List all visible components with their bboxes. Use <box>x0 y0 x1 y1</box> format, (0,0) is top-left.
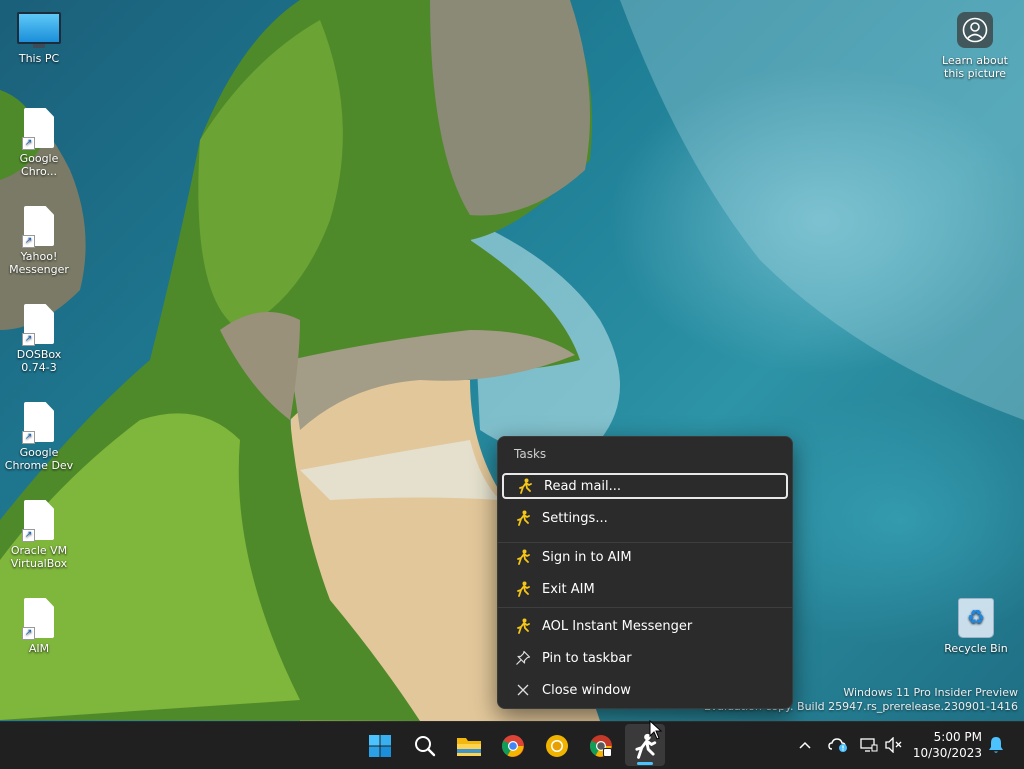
camera-info-icon <box>957 12 993 48</box>
chrome-dev-button[interactable] <box>585 730 617 762</box>
start-button[interactable] <box>364 730 396 762</box>
desktop-icon-yahoo-messenger[interactable]: ↗ Yahoo! Messenger <box>3 206 75 276</box>
jump-list-item-aol-instant-messenger[interactable]: AOL Instant Messenger <box>502 613 786 639</box>
search-button[interactable] <box>409 730 441 762</box>
chrome-canary-button[interactable] <box>541 730 573 762</box>
chrome-canary-icon <box>546 735 568 757</box>
shortcut-arrow-icon: ↗ <box>22 333 35 346</box>
shortcut-arrow-icon: ↗ <box>22 529 35 542</box>
chrome-button[interactable] <box>497 730 529 762</box>
jump-list-separator <box>498 607 792 608</box>
running-indicator <box>637 762 653 765</box>
file-explorer-button[interactable] <box>453 730 485 762</box>
taskbar-clock[interactable]: 5:00 PM 10/30/2023 <box>913 729 982 761</box>
shortcut-arrow-icon: ↗ <box>22 431 35 444</box>
jump-list-item-label: Read mail... <box>544 478 622 494</box>
shortcut-arrow-icon: ↗ <box>22 137 35 150</box>
jump-list-separator <box>498 542 792 543</box>
close-icon <box>512 684 534 696</box>
desktop-icon-dosbox[interactable]: ↗ DOSBox 0.74-3 <box>3 304 75 374</box>
bell-icon <box>989 737 1003 753</box>
show-hidden-icons-button[interactable] <box>795 735 815 755</box>
jump-list-item-pin-to-taskbar[interactable]: Pin to taskbar <box>502 645 786 671</box>
aim-jump-list: Tasks Read mail... Settings... Sign in t… <box>497 436 793 709</box>
desktop-icon-google-chrome-dev[interactable]: ↗ Google Chrome Dev <box>3 402 75 472</box>
taskbar: 5:00 PM 10/30/2023 <box>0 721 1024 769</box>
jump-list-item-sign-in[interactable]: Sign in to AIM <box>502 544 786 570</box>
desktop-icon-label: Oracle VM VirtualBox <box>10 544 68 570</box>
jump-list-item-label: Close window <box>542 682 631 698</box>
jump-list-item-label: AOL Instant Messenger <box>542 618 693 634</box>
jump-list-item-label: Settings... <box>542 510 608 526</box>
desktop-icon-recycle-bin[interactable]: ♻ Recycle Bin <box>940 598 1012 655</box>
aim-running-man-icon <box>514 478 536 494</box>
desktop-icon-oracle-virtualbox[interactable]: ↗ Oracle VM VirtualBox <box>3 500 75 570</box>
desktop-icon-label: Google Chro... <box>19 152 59 178</box>
recycle-bin-icon: ♻ <box>958 598 994 638</box>
shortcut-arrow-icon: ↗ <box>22 235 35 248</box>
jump-list-item-settings[interactable]: Settings... <box>502 505 786 531</box>
windows-logo-icon <box>369 735 391 757</box>
jump-list-item-exit-aim[interactable]: Exit AIM <box>502 576 786 602</box>
notifications-button[interactable] <box>986 735 1006 755</box>
volume-tray-button[interactable] <box>884 735 904 755</box>
pin-icon <box>512 650 534 666</box>
network-monitor-icon <box>860 738 878 752</box>
aim-running-man-icon <box>512 549 534 565</box>
desktop-icon-label: DOSBox 0.74-3 <box>16 348 62 374</box>
chrome-icon <box>502 735 524 757</box>
pc-icon <box>17 12 61 48</box>
jump-list-item-label: Sign in to AIM <box>542 549 632 565</box>
jump-list-header: Tasks <box>514 447 547 461</box>
search-icon <box>415 736 436 757</box>
jump-list-item-label: Exit AIM <box>542 581 595 597</box>
clock-time: 5:00 PM <box>933 730 982 744</box>
aim-running-man-icon <box>512 510 534 526</box>
onedrive-status-icon <box>828 738 847 752</box>
chevron-up-icon <box>799 741 811 749</box>
desktop-icon-this-pc[interactable]: This PC <box>3 12 75 65</box>
shortcut-arrow-icon: ↗ <box>22 627 35 640</box>
desktop-icon-aim[interactable]: ↗ AIM <box>3 598 75 655</box>
desktop-icon-learn-about-picture[interactable]: Learn about this picture <box>938 12 1012 80</box>
clock-date: 10/30/2023 <box>912 746 982 760</box>
mouse-cursor-icon <box>649 720 663 740</box>
desktop-icon-label: Yahoo! Messenger <box>9 250 69 276</box>
volume-muted-icon <box>885 737 902 753</box>
folder-icon <box>457 738 481 756</box>
jump-list-item-read-mail[interactable]: Read mail... <box>502 473 788 499</box>
aim-running-man-icon <box>512 581 534 597</box>
jump-list-item-close-window[interactable]: Close window <box>502 677 786 703</box>
desktop-icon-label: Google Chrome Dev <box>4 446 74 472</box>
desktop-icon-label: Recycle Bin <box>944 642 1008 655</box>
desktop-icon-google-chrome[interactable]: ↗ Google Chro... <box>3 108 75 178</box>
desktop-icon-label: Learn about this picture <box>942 54 1008 80</box>
desktop-icon-label: AIM <box>28 642 50 655</box>
chrome-dev-icon <box>590 735 612 757</box>
jump-list-item-label: Pin to taskbar <box>542 650 632 666</box>
desktop-icon-label: This PC <box>18 52 60 65</box>
network-tray-button[interactable] <box>859 735 879 755</box>
onedrive-tray-button[interactable] <box>828 735 848 755</box>
aim-running-man-icon <box>512 618 534 634</box>
